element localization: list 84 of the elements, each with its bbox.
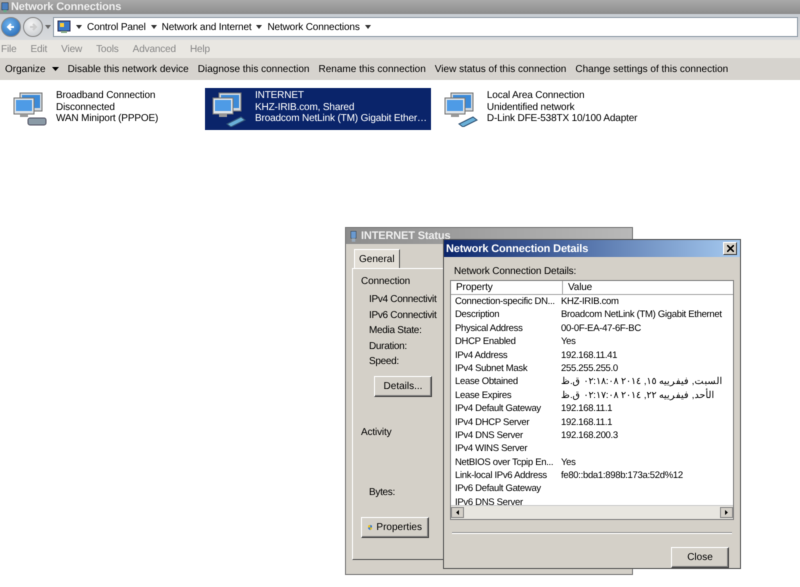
property-cell-text: Physical Address xyxy=(454,322,524,336)
connection-name: INTERNET xyxy=(255,90,305,102)
address-bar[interactable]: Control Panel Network and Internet Network Connections xyxy=(53,17,798,37)
device-name: WAN Miniport (PPPOE) xyxy=(56,113,158,124)
value-cell-text: Yes xyxy=(560,335,576,349)
property-cell-text: Connection-specific DN... xyxy=(454,295,556,308)
field-label: Bytes: xyxy=(369,486,395,500)
property-cell-text: IPv6 DNS Server xyxy=(454,496,524,505)
value-cell-text: 255.255.255.0 xyxy=(560,362,618,376)
connection-name: Local Area Connection xyxy=(486,90,586,102)
network-icon xyxy=(1,2,9,12)
column-header[interactable]: Value xyxy=(563,281,733,294)
connection-status: KHZ-IRIB.com, Shared xyxy=(255,102,356,113)
command-button[interactable]: Change settings of this connection xyxy=(572,62,732,76)
control-panel-icon xyxy=(57,20,71,34)
property-cell-text: NetBIOS over Tcpip En... xyxy=(454,456,554,470)
network-icon xyxy=(350,230,357,242)
field-label: Duration: xyxy=(369,340,407,354)
horizontal-scrollbar[interactable] xyxy=(451,505,733,519)
field-label: Speed: xyxy=(369,355,399,369)
command-button[interactable]: Diagnose this connection xyxy=(194,62,312,76)
forward-button[interactable] xyxy=(23,17,43,37)
property-cell-text: DHCP Enabled xyxy=(454,335,517,349)
group-heading: Connection xyxy=(361,276,410,287)
forward-arrow-icon xyxy=(28,22,38,32)
field-label: Media State: xyxy=(369,324,422,338)
value-cell-text: السبت, فيفرييه ١٥, ٢٠١٤ ٠٢:١٨:٠٨ ق.ظ xyxy=(560,375,722,388)
property-cell-text: IPv4 Subnet Mask xyxy=(454,362,528,376)
connection-status: Unidentified network xyxy=(486,102,576,113)
value-cell-text: 192.168.11.1 xyxy=(560,416,612,429)
value-cell-text: 00-0F-EA-47-6F-BC xyxy=(560,322,641,336)
close-button[interactable]: Close xyxy=(671,547,729,568)
field-label: IPv4 Connectivit xyxy=(369,293,436,307)
value-cell-text: fe80::bda1:898b:173a:52d%12 xyxy=(560,469,683,482)
property-cell-text: IPv4 DNS Server xyxy=(454,428,524,442)
close-icon xyxy=(726,245,734,252)
command-button[interactable]: Organize xyxy=(2,62,62,76)
connection-item[interactable]: Local Area Connection Unidentified network D-Link DFE-538TX 10/100 Adapter xyxy=(436,88,642,130)
group-heading: Activity xyxy=(361,426,392,438)
back-arrow-icon xyxy=(6,22,16,32)
properties-button[interactable]: Properties xyxy=(361,517,429,538)
window-title: Network Connections xyxy=(11,1,122,13)
connection-item[interactable]: Broadband Connection Disconnected WAN Miniport (PPPOE) xyxy=(6,88,199,130)
back-button[interactable] xyxy=(1,17,21,37)
caret-icon xyxy=(76,25,82,29)
value-cell-text: الأحد, فيفرييه ٢٢, ٢٠١٤ ٠٢:١٧:٠٨ ق.ظ xyxy=(560,388,714,402)
close-button[interactable] xyxy=(723,242,737,255)
caret-icon xyxy=(150,25,157,29)
breadcrumb[interactable]: Control Panel xyxy=(87,22,146,32)
property-cell-text: IPv4 Address xyxy=(454,348,508,362)
dialog-title: Network Connection Details xyxy=(446,242,588,254)
device-name: Broadcom NetLink (TM) Gigabit Ether… xyxy=(255,113,427,124)
property-cell-text: Lease Obtained xyxy=(454,375,519,389)
caret-icon xyxy=(256,25,262,29)
breadcrumb[interactable]: Network Connections xyxy=(267,22,360,32)
property-cell-text: IPv4 DHCP Server xyxy=(454,416,530,429)
value-cell-text: Broadcom NetLink (TM) Gigabit Ethernet xyxy=(560,308,722,322)
device-name: D-Link DFE-538TX 10/100 Adapter xyxy=(486,113,638,124)
details-button[interactable]: Details... xyxy=(374,376,432,396)
connection-name: Broadband Connection xyxy=(56,90,156,102)
connection-status: Disconnected xyxy=(56,102,116,113)
field-label: IPv6 Connectivit xyxy=(369,308,436,322)
property-cell-text: IPv4 WINS Server xyxy=(454,442,528,456)
command-button[interactable]: Disable this network device xyxy=(64,62,192,76)
connection-item[interactable]: INTERNET KHZ-IRIB.com, Shared Broadcom NetLink (TM) Gigabit Ether… xyxy=(205,88,431,130)
value-cell-text: 192.168.11.1 xyxy=(560,402,612,416)
property-cell-text: Description xyxy=(454,308,500,322)
property-cell-text: Lease Expires xyxy=(454,388,512,402)
breadcrumb[interactable]: Network and Internet xyxy=(162,22,252,32)
command-button[interactable]: Rename this connection xyxy=(316,62,429,76)
property-cell-text: Link-local IPv6 Address xyxy=(454,469,548,482)
value-cell-text: KHZ-IRIB.com xyxy=(560,295,619,308)
tab[interactable]: General xyxy=(354,249,400,268)
property-cell-text: IPv6 Default Gateway xyxy=(454,482,542,496)
property-cell-text: IPv4 Default Gateway xyxy=(454,402,542,416)
caret-icon xyxy=(45,25,51,29)
dialog-title: INTERNET Status xyxy=(361,230,450,242)
value-cell-text: 192.168.11.41 xyxy=(560,348,618,362)
value-cell-text: 192.168.200.3 xyxy=(560,428,618,442)
column-header[interactable]: Property xyxy=(451,281,563,294)
command-button[interactable]: View status of this connection xyxy=(432,62,570,76)
list-label: Network Connection Details: xyxy=(454,266,578,277)
caret-icon xyxy=(364,25,371,29)
value-cell-text: Yes xyxy=(560,456,576,470)
